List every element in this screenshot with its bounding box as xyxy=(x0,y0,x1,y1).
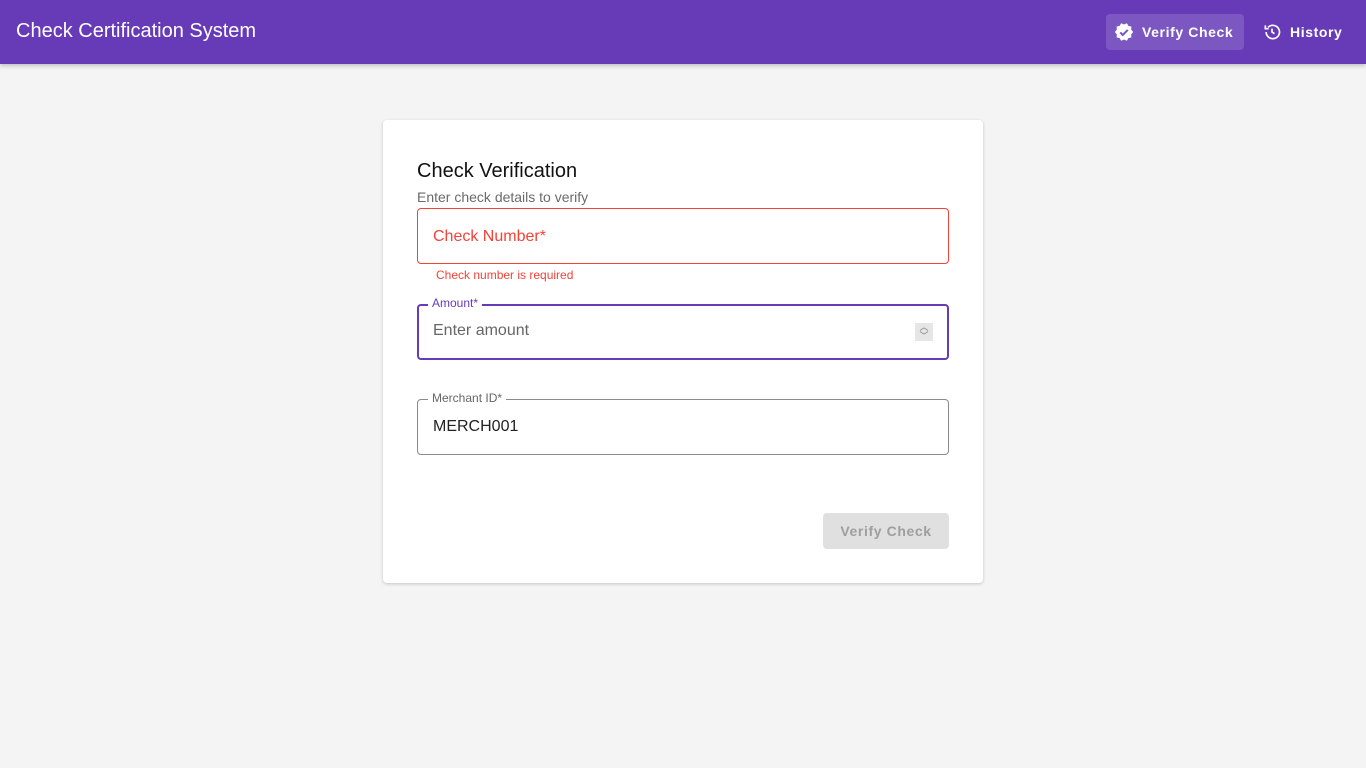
form-title: Check Verification xyxy=(417,160,578,182)
amount-input[interactable] xyxy=(433,322,893,340)
form-subtitle: Enter check details to verify xyxy=(417,189,589,205)
check-number-input[interactable]: Check Number* xyxy=(417,208,949,264)
check-number-label: Check Number* xyxy=(433,228,546,245)
check-number-error: Check number is required xyxy=(436,268,574,282)
amount-spinner[interactable]: ︿ ﹀ xyxy=(915,323,933,341)
amount-field[interactable]: Amount* ︿﹀ xyxy=(417,296,949,360)
merchant-id-value[interactable]: MERCH001 xyxy=(433,418,518,436)
amount-label: Amount* xyxy=(428,296,483,310)
verified-badge-icon xyxy=(1114,23,1134,41)
app-bar: Check Certification System Verify Check … xyxy=(0,0,1366,64)
history-icon xyxy=(1264,24,1281,40)
app-title: Check Certification System xyxy=(16,20,257,42)
verification-card: Check Verification Enter check details t… xyxy=(383,120,983,583)
nav-history-label: History xyxy=(1290,24,1343,40)
nav-verify-check[interactable]: Verify Check xyxy=(1106,14,1244,50)
verify-check-button[interactable]: Verify Check xyxy=(823,513,949,549)
nav-history[interactable]: History xyxy=(1254,14,1350,50)
merchant-id-field[interactable]: Merchant ID* MERCH001 xyxy=(417,391,949,455)
nav-verify-label: Verify Check xyxy=(1142,24,1234,40)
merchant-id-label: Merchant ID* xyxy=(428,391,507,405)
